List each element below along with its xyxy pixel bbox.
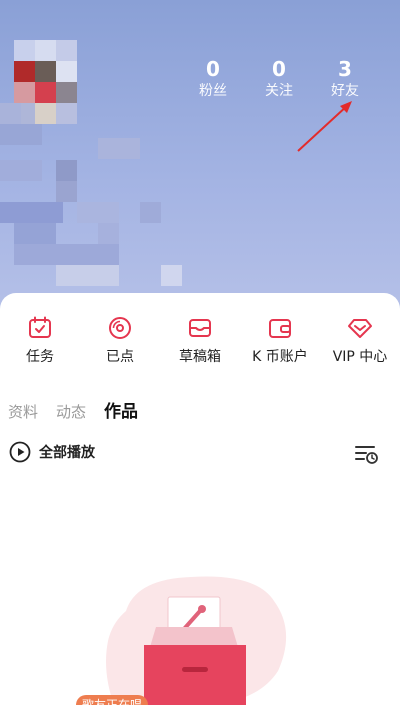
content-sheet: 任务 已点 草稿箱 K 币账户 VIP 中心 资料 动态 作品 全部播放 歌友正… — [0, 293, 400, 705]
inbox-icon — [189, 319, 211, 337]
disc-icon — [109, 317, 131, 339]
action-ordered[interactable]: 已点 — [80, 315, 160, 366]
play-all-label: 全部播放 — [39, 445, 95, 461]
tab-info[interactable]: 资料 — [8, 401, 38, 422]
action-drafts-label: 草稿箱 — [179, 349, 221, 365]
following-count: 0 — [272, 57, 286, 81]
play-all-button[interactable]: 全部播放 — [9, 441, 95, 463]
profile-tabs: 资料 动态 作品 — [8, 397, 138, 422]
play-circle-icon — [9, 441, 31, 463]
friends-stat[interactable]: 3 好友 — [312, 58, 378, 100]
action-tasks[interactable]: 任务 — [0, 315, 80, 366]
tab-works[interactable]: 作品 — [104, 397, 138, 422]
calendar-icon — [29, 316, 51, 338]
action-vip-label: VIP 中心 — [332, 349, 388, 365]
action-vip[interactable]: VIP 中心 — [320, 315, 400, 366]
action-ordered-label: 已点 — [106, 349, 134, 365]
profile-stats: 0 粉丝 0 关注 3 好友 — [180, 58, 378, 100]
profile-header: 0 粉丝 0 关注 3 好友 — [0, 0, 400, 320]
fans-count: 0 — [206, 57, 220, 81]
action-kcoin[interactable]: K 币账户 — [240, 315, 320, 366]
wallet-icon — [269, 319, 291, 338]
action-drafts[interactable]: 草稿箱 — [160, 315, 240, 366]
annotation-arrow-icon — [297, 101, 352, 152]
friends-count: 3 — [338, 57, 352, 81]
avatar[interactable] — [0, 40, 210, 286]
action-kcoin-label: K 币账户 — [252, 349, 308, 365]
following-stat[interactable]: 0 关注 — [246, 58, 312, 100]
diamond-icon — [348, 319, 372, 338]
tab-feed[interactable]: 动态 — [56, 401, 86, 422]
action-tasks-label: 任务 — [26, 349, 54, 365]
fans-label: 粉丝 — [199, 83, 227, 99]
singing-now-badge[interactable]: 歌友正在唱 — [76, 695, 149, 705]
quick-actions: 任务 已点 草稿箱 K 币账户 VIP 中心 — [0, 315, 400, 366]
fans-stat[interactable]: 0 粉丝 — [180, 58, 246, 100]
empty-works-illustration — [106, 576, 287, 705]
playlist-clock-icon[interactable] — [354, 443, 378, 465]
